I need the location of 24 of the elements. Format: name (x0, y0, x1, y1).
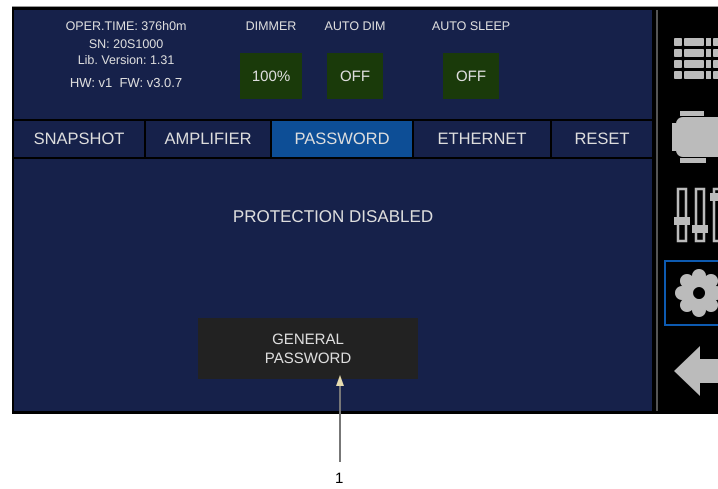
library-version: Lib. Version: 1.31 (78, 52, 174, 68)
setting-value-button[interactable]: 100% (240, 53, 302, 99)
chip-icon (672, 109, 718, 165)
serial-number: SN: 20S1000 (88, 36, 164, 52)
tab[interactable]: PASSWORD (272, 121, 412, 157)
operating-time: OPER.TIME: 376h0m (66, 18, 186, 35)
rack-icon (672, 36, 718, 82)
tab[interactable]: AMPLIFIER (146, 121, 270, 157)
protection-status: PROTECTION DISABLED (232, 207, 434, 227)
tab[interactable]: SNAPSHOT (14, 121, 144, 157)
sidebar-button[interactable] (664, 260, 718, 326)
settings-icon (674, 268, 718, 318)
back-arrow-icon (672, 344, 718, 398)
tab[interactable]: RESET (552, 121, 652, 157)
setting-label: AUTO DIM (324, 18, 386, 35)
general-password-button[interactable]: GENERAL PASSWORD (198, 318, 418, 379)
setting-value-button[interactable]: OFF (443, 53, 499, 99)
faders-icon (672, 187, 718, 243)
tab[interactable]: ETHERNET (414, 121, 550, 157)
setting-label: AUTO SLEEP (432, 18, 510, 35)
hardware-firmware-version: HW: v1 FW: v3.0.7 (70, 74, 182, 92)
setting-label: DIMMER (246, 18, 296, 35)
setting-value-button[interactable]: OFF (327, 53, 383, 99)
callout-number: 1 (335, 470, 344, 487)
